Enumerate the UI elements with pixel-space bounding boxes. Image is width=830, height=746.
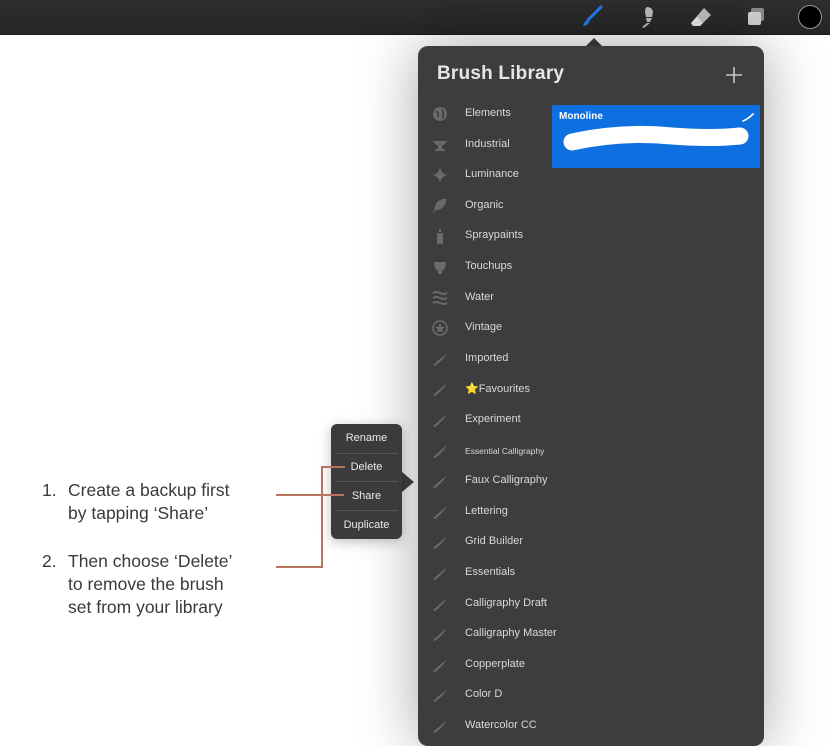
brush-set-item[interactable]: Essential Calligraphy (418, 436, 548, 466)
brush-set-label: Vintage (465, 321, 503, 334)
rename-menu-item[interactable]: Rename (331, 424, 402, 452)
brush-stroke-icon (431, 686, 449, 704)
callout-line-share (276, 494, 344, 496)
step-text-line: set from your library (68, 597, 223, 617)
brush-set-item[interactable]: Imported (418, 344, 548, 374)
brush-set-label: Color D (465, 688, 503, 701)
brush-stroke-icon (431, 717, 449, 735)
anvil-icon (431, 136, 449, 154)
brush-stroke-icon (431, 625, 449, 643)
step-text-line: Then choose ‘Delete’ (68, 551, 233, 571)
brush-set-item[interactable]: Touchups (418, 252, 548, 282)
brush-set-item[interactable]: Industrial (418, 130, 548, 160)
brush-set-label: Lettering (465, 504, 508, 517)
brush-stroke-icon (431, 380, 449, 398)
brush-set-label: Grid Builder (465, 535, 524, 548)
color-picker-swatch[interactable] (798, 5, 822, 29)
plus-icon[interactable] (723, 64, 745, 86)
brush-set-item[interactable]: Grid Builder (418, 527, 548, 557)
brush-set-item[interactable]: Essentials (418, 558, 548, 588)
brush-stroke-icon (431, 411, 449, 429)
brush-stroke-icon (431, 472, 449, 490)
callout-line-step2 (276, 566, 323, 568)
brush-stroke-icon (431, 564, 449, 582)
instruction-step-2: 2. Then choose ‘Delete’ to remove the br… (42, 550, 282, 619)
globe-icon (431, 105, 449, 123)
brush-set-item[interactable]: ⭐️Favourites (418, 374, 548, 404)
brush-set-item[interactable]: Spraypaints (418, 221, 548, 251)
spraycan-icon (431, 227, 449, 245)
brush-icon[interactable] (579, 4, 605, 30)
brush-set-item[interactable]: Lettering (418, 497, 548, 527)
brush-stroke-icon (431, 533, 449, 551)
step-text-line: by tapping ‘Share’ (68, 503, 209, 523)
brush-stroke-icon (431, 656, 449, 674)
smudge-icon[interactable] (633, 4, 659, 30)
brush-stroke-icon (431, 442, 449, 460)
brush-set-label: Spraypaints (465, 229, 524, 242)
brush-set-label: Touchups (465, 260, 513, 272)
brush-set-label: Water (465, 290, 494, 303)
top-toolbar (0, 0, 830, 35)
brush-set-label: Imported (465, 351, 509, 364)
step-number: 1. (42, 480, 57, 500)
eraser-icon[interactable] (688, 4, 714, 30)
brush-set-item[interactable]: Luminance (418, 160, 548, 190)
sparkle-icon (431, 166, 449, 184)
brush-set-item[interactable]: Calligraphy Master (418, 619, 557, 649)
share-menu-item[interactable]: Share (331, 482, 402, 510)
brush-set-item[interactable]: Faux Calligraphy (418, 466, 548, 496)
step-text-line: to remove the brush (68, 574, 224, 594)
brush-set-label: Luminance (465, 168, 519, 181)
context-menu: Rename Delete Share Duplicate (331, 424, 402, 539)
brush-stroke-icon (431, 503, 449, 521)
brush-set-label: Industrial (465, 137, 510, 150)
context-menu-arrow (402, 472, 414, 492)
shell-icon (431, 258, 449, 276)
brush-stroke-icon (431, 350, 449, 368)
step-text-line: Create a backup first (68, 480, 230, 500)
callout-line-vertical (321, 466, 323, 568)
brush-card-selected[interactable]: Monoline (552, 105, 760, 168)
brush-set-label: Faux Calligraphy (465, 474, 548, 487)
brush-name: Monoline (559, 111, 603, 122)
brush-set-item[interactable]: Elements (418, 99, 548, 129)
brush-set-label: Elements (465, 107, 511, 119)
brush-set-label: Calligraphy Draft (465, 596, 547, 609)
brush-set-item[interactable]: Calligraphy Draft (418, 589, 548, 619)
brush-stroke-icon (431, 595, 449, 613)
brush-set-item[interactable]: Watercolor CC (418, 711, 548, 741)
brush-set-label: Watercolor CC (465, 719, 537, 731)
brush-set-item[interactable]: Experiment (418, 405, 548, 435)
brush-set-label: Essentials (465, 566, 516, 578)
step-number: 2. (42, 551, 57, 571)
star-badge-icon (431, 319, 449, 337)
brush-set-item[interactable]: Organic (418, 191, 548, 221)
brush-set-label: Calligraphy Master (465, 627, 557, 640)
brush-stroke-preview (562, 125, 750, 164)
layers-icon[interactable] (743, 4, 769, 30)
brush-set-label: Essential Calligraphy (465, 445, 545, 456)
panel-title: Brush Library (437, 63, 565, 84)
duplicate-menu-item[interactable]: Duplicate (331, 511, 402, 539)
instruction-step-1: 1. Create a backup first by tapping ‘Sha… (42, 479, 282, 525)
brush-set-item[interactable]: Water (418, 283, 548, 313)
brush-set-label: Organic (465, 198, 504, 211)
brush-library-panel: Brush Library Elements Industrial Luminanc… (418, 46, 764, 746)
brush-set-label: Copperplate (465, 657, 525, 670)
brush-set-item[interactable]: Copperplate (418, 650, 548, 680)
brush-set-item[interactable]: Color D (418, 680, 548, 710)
waves-icon (431, 289, 449, 307)
brush-set-label: Experiment (465, 413, 521, 425)
brush-set-item[interactable]: Vintage (418, 313, 548, 343)
brush-set-label: ⭐️Favourites (465, 383, 531, 396)
callout-line-delete (321, 466, 345, 468)
leaf-icon (431, 197, 449, 215)
